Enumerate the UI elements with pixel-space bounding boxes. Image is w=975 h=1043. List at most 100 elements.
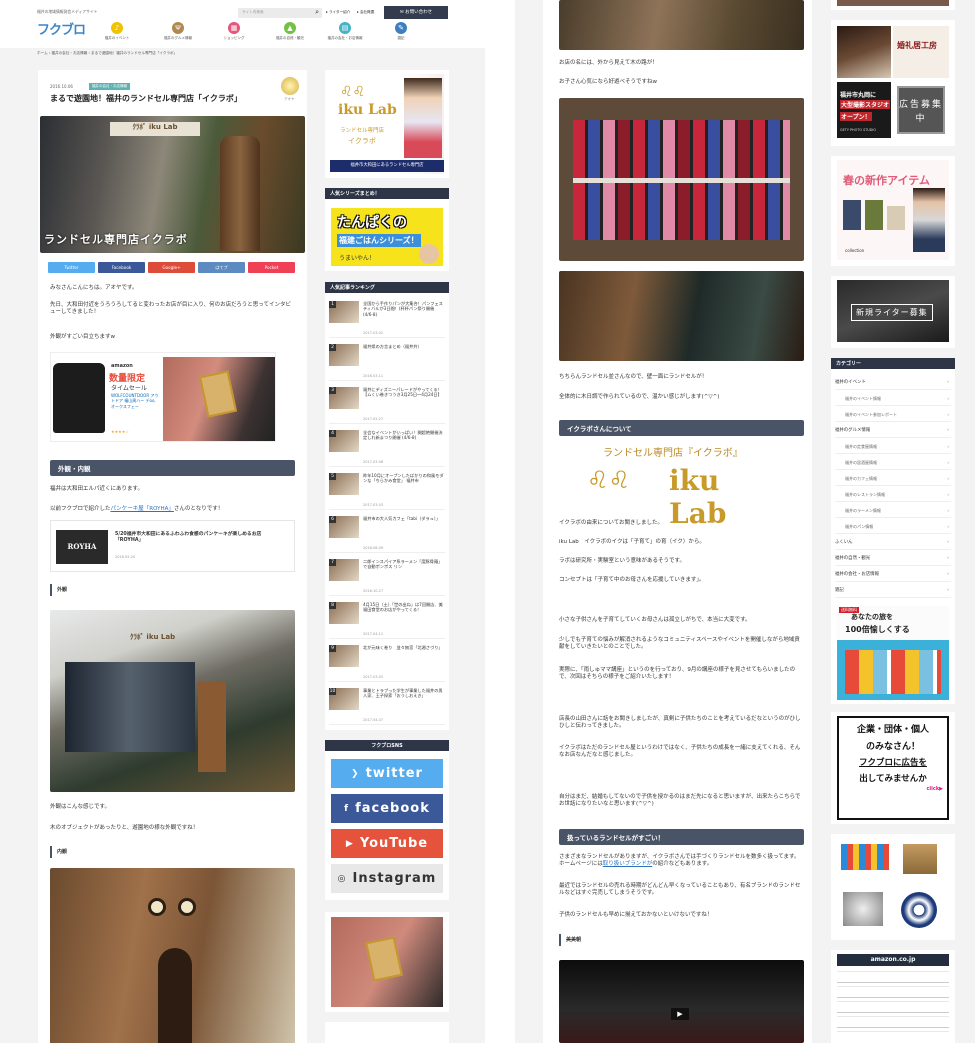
ranking-item[interactable]: 8 4月15日（土）「世の出ね」は7回開店、美福田食堂のお店がやってくる！ 2017… bbox=[329, 599, 445, 639]
ad-slot-vacant[interactable]: 広告募集中 bbox=[897, 86, 945, 134]
sidebar-ad-wedding[interactable]: 婚礼居工房 福井市丸岡に 大型撮影スタジオ オープン！ GETY PHOTO S… bbox=[831, 20, 955, 146]
nav-item[interactable]: ▦ ショッピング bbox=[214, 22, 254, 41]
ikulab-logo-text: iku Lab bbox=[338, 102, 397, 118]
sns-button-instagram[interactable]: ◎ Instagram bbox=[331, 864, 443, 893]
sns-button-twitter[interactable]: ❯ twitter bbox=[331, 759, 443, 788]
writer-link[interactable]: ▸ ライター紹介 bbox=[326, 10, 350, 15]
ad-board-click[interactable]: click▶ bbox=[843, 786, 943, 792]
sidebar-ad-spring[interactable]: 春の新作アイテム collection bbox=[831, 156, 955, 266]
category-item[interactable]: 福井の居酒屋情報 › bbox=[835, 456, 951, 470]
ranking-title[interactable]: 4月15日（土）「世の出ね」は7回開店、美福田食堂のお店がやってくる！ bbox=[363, 602, 445, 613]
share-button[interactable]: はてブ bbox=[198, 262, 245, 273]
product-plate bbox=[901, 892, 937, 928]
ranking-item[interactable]: 6 福井市の大人気カフェ「tabi（ダラュ）」 2016.06.09 bbox=[329, 513, 445, 553]
category-item[interactable]: 福井のグルメ情報 › bbox=[835, 424, 951, 438]
youtube-icon: ▶ bbox=[345, 838, 354, 849]
video-embed[interactable]: ▶ bbox=[559, 960, 804, 1043]
search-input[interactable]: サイト内検索 bbox=[242, 10, 264, 15]
series-widget: 人気シリーズまとめ！ たんぱくの 福建ごはんシリーズ！ うまいやん！ bbox=[325, 188, 449, 271]
sidebar-amazon-widget[interactable]: amazon.co.jp bbox=[831, 950, 955, 1043]
ranking-title[interactable]: 北が元味く巻り 並々無宮「北湘さづり」 bbox=[363, 645, 445, 650]
amazon-ad[interactable]: amazon 数量限定 タイムセール WOLFCOUNTDOOR アウトドア 福… bbox=[50, 352, 276, 442]
company-link[interactable]: ▸ 会社概要 bbox=[357, 10, 374, 15]
ranking-item[interactable]: 1 全国から手作りパンが大集合！パンフェスティバルが3日間！(杯杯パン祭り開催 (… bbox=[329, 298, 445, 338]
nav-item[interactable]: ▤ 福井の会社・お店情報 bbox=[325, 22, 365, 41]
sns-button-youtube[interactable]: ▶ YouTube bbox=[331, 829, 443, 858]
ranking-item[interactable]: 7 二郎インスパイア系ラーメン「度豚骨麺」で自動ポンポス リン 2016.10.27 bbox=[329, 556, 445, 596]
tree-face-eye bbox=[148, 898, 166, 916]
ranking-title[interactable]: 福井県の方言まとめ（福井弁） bbox=[363, 344, 445, 349]
series-banner[interactable]: たんぱくの 福建ごはんシリーズ！ うまいやん！ bbox=[331, 208, 443, 266]
category-item[interactable]: 福井のイベント情報 › bbox=[835, 392, 951, 406]
search-icon[interactable]: ⌕ bbox=[315, 8, 319, 17]
ranking-title[interactable]: 全国から手作りパンが大集合！パンフェスティバルが3日間！(杯杯パン祭り開催 (4… bbox=[363, 301, 445, 317]
ranking-title[interactable]: 事業とトラブった学生が事業した福井の男人家、王子探索「おうしおえき」 bbox=[363, 688, 445, 699]
search-box[interactable]: サイト内検索 ⌕ bbox=[238, 8, 322, 18]
related-title[interactable]: 5/20福井市大和田にあるふわふわ食感のパンケーキが楽しめるお店「ROYHA」 bbox=[115, 532, 285, 545]
instagram-icon: ◎ bbox=[337, 873, 347, 884]
nav-item[interactable]: ✎ 雑記 bbox=[381, 22, 421, 41]
category-item[interactable]: 福井のカフェ情報 › bbox=[835, 472, 951, 486]
category-item[interactable]: 福井のラーメン情報 › bbox=[835, 504, 951, 518]
ranking-item[interactable]: 4 全会なイベントがいっぱい！開超絶開催決定しれ新まつり開催 (4/6-8) 201… bbox=[329, 427, 445, 467]
paragraph: 店長の山田さんに話をお聞きしましたが、真剣に子供たちのことを考えているだなという… bbox=[559, 716, 801, 730]
ranking-item[interactable]: 2 福井県の方言まとめ（福井弁） 2016.03.11 bbox=[329, 341, 445, 381]
backpack-image bbox=[53, 363, 105, 433]
ranking-item[interactable]: 5 昨年10月にオープンしたばかりの和風モダンな「ちらかみ食堂」 福井市 2017.… bbox=[329, 470, 445, 510]
nav-item[interactable]: Ψ 福井のグルメ情報 bbox=[158, 22, 198, 41]
product-grid bbox=[837, 838, 949, 936]
site-logo[interactable]: フクブロ bbox=[37, 19, 86, 38]
ad-subtitle: タイムセール bbox=[111, 385, 147, 392]
category-item[interactable]: 福井のイベント参加レポート › bbox=[835, 408, 951, 422]
share-button[interactable]: Google+ bbox=[148, 262, 195, 273]
sidebar-watch-ad[interactable] bbox=[325, 912, 449, 1012]
nav-item[interactable]: ▲ 福井の自然・観光 bbox=[270, 22, 310, 41]
chevron-right-icon: › bbox=[947, 412, 949, 417]
play-icon[interactable]: ▶ bbox=[671, 1008, 689, 1020]
paragraph: 先日、大和田付近をうろうろしてると変わったお店が目に入り、何のお店だろうと思って… bbox=[50, 302, 292, 316]
ranking-item[interactable]: 3 福井にディズニーパレードがやってくる！【ムくい巻きつうき3月25日～4月24日… bbox=[329, 384, 445, 424]
nav-icon: ▤ bbox=[339, 22, 351, 34]
sns-button-facebook[interactable]: f facebook bbox=[331, 794, 443, 823]
category-item[interactable]: 福井の定食屋情報 › bbox=[835, 440, 951, 454]
sidebar-ad-ikulab[interactable]: ♌♌ iku Lab ランドセル専門店 イクラボ 福井市大和田にあるランドセル専… bbox=[325, 70, 449, 178]
category-item[interactable]: 福井の自然・観光 › bbox=[835, 552, 951, 566]
ranking-title[interactable]: 昨年10月にオープンしたばかりの和風モダンな「ちらかみ食堂」 福井市 bbox=[363, 473, 445, 484]
paragraph: 外観がすごい目立ちますw bbox=[50, 334, 115, 340]
ranking-item[interactable]: 10 事業とトラブった学生が事業した福井の男人家、王子探索「おうしおえき」 2017… bbox=[329, 685, 445, 725]
ranking-title[interactable]: 福井にディズニーパレードがやってくる！【ムくい巻きつうき3月25日～4月24日】 bbox=[363, 387, 445, 398]
category-item[interactable]: 福井のレストラン情報 › bbox=[835, 488, 951, 502]
category-badge[interactable]: 福井の会社・お店情報 bbox=[89, 83, 130, 90]
category-item[interactable]: ふくいん › bbox=[835, 536, 951, 550]
nav-label: 福井のイベント bbox=[104, 36, 130, 40]
ranking-date: 2017.03.06 bbox=[363, 460, 384, 464]
brand-link[interactable]: 取り扱いブランドが bbox=[603, 861, 653, 867]
share-button[interactable]: Facebook bbox=[98, 262, 145, 273]
sidebar-travel-ad[interactable]: あなたの旅を 100倍愉しくする 送料無料 bbox=[831, 602, 955, 704]
chevron-right-icon: › bbox=[947, 540, 949, 545]
category-item[interactable]: 福井のパン情報 › bbox=[835, 520, 951, 534]
category-item[interactable]: 福井のイベント › bbox=[835, 376, 951, 390]
article-card: 2016.10.06 福井の会社・お店情報 まるで遊園地！福井のランドセル専門店… bbox=[38, 70, 307, 1043]
category-label: 雑記 bbox=[835, 588, 844, 593]
category-item[interactable]: 福井の会社・お店情報 › bbox=[835, 568, 951, 582]
lion-emblem-icon: ♌♌ bbox=[340, 84, 366, 100]
studio-ad-image: 福井市丸岡に 大型撮影スタジオ オープン！ GETY PHOTO STUDIO bbox=[837, 82, 891, 138]
sidebar-product-ad[interactable] bbox=[831, 834, 955, 940]
widget-heading: 人気シリーズまとめ！ bbox=[325, 188, 449, 199]
nav-item[interactable]: ♪ 福井のイベント bbox=[97, 22, 137, 41]
sidebar-writer-recruit[interactable]: 新規ライター募集 bbox=[831, 276, 955, 348]
share-button[interactable]: Pocket bbox=[248, 262, 295, 273]
paragraph: 福井は大和田エルパ近くにあります。 bbox=[50, 486, 143, 492]
share-button[interactable]: Twitter bbox=[48, 262, 95, 273]
contact-button[interactable]: ✉ お問い合わせ bbox=[384, 6, 448, 19]
mail-icon: ✉ bbox=[399, 10, 404, 15]
ranking-item[interactable]: 9 北が元味く巻り 並々無宮「北湘さづり」 2017.03.03 bbox=[329, 642, 445, 682]
ranking-title[interactable]: 全会なイベントがいっぱい！開超絶開催決定しれ新まつり開催 (4/6-8) bbox=[363, 430, 445, 441]
related-post-card[interactable]: ROYHA 5/20福井市大和田にあるふわふわ食感のパンケーキが楽しめるお店「R… bbox=[50, 520, 295, 572]
category-item[interactable]: 雑記 › bbox=[835, 584, 951, 598]
ranking-title[interactable]: 福井市の大人気カフェ「tabi（ダラュ）」 bbox=[363, 516, 445, 521]
ranking-title[interactable]: 二郎インスパイア系ラーメン「度豚骨麺」で自動ポンポス リン bbox=[363, 559, 445, 570]
sidebar-ad-board[interactable]: 企業・団体・個人 のみなさん！ フクブロに広告を 出してみませんか click▶ bbox=[831, 712, 955, 824]
royha-link[interactable]: パンケーキ屋「ROYHA」 bbox=[111, 506, 174, 512]
